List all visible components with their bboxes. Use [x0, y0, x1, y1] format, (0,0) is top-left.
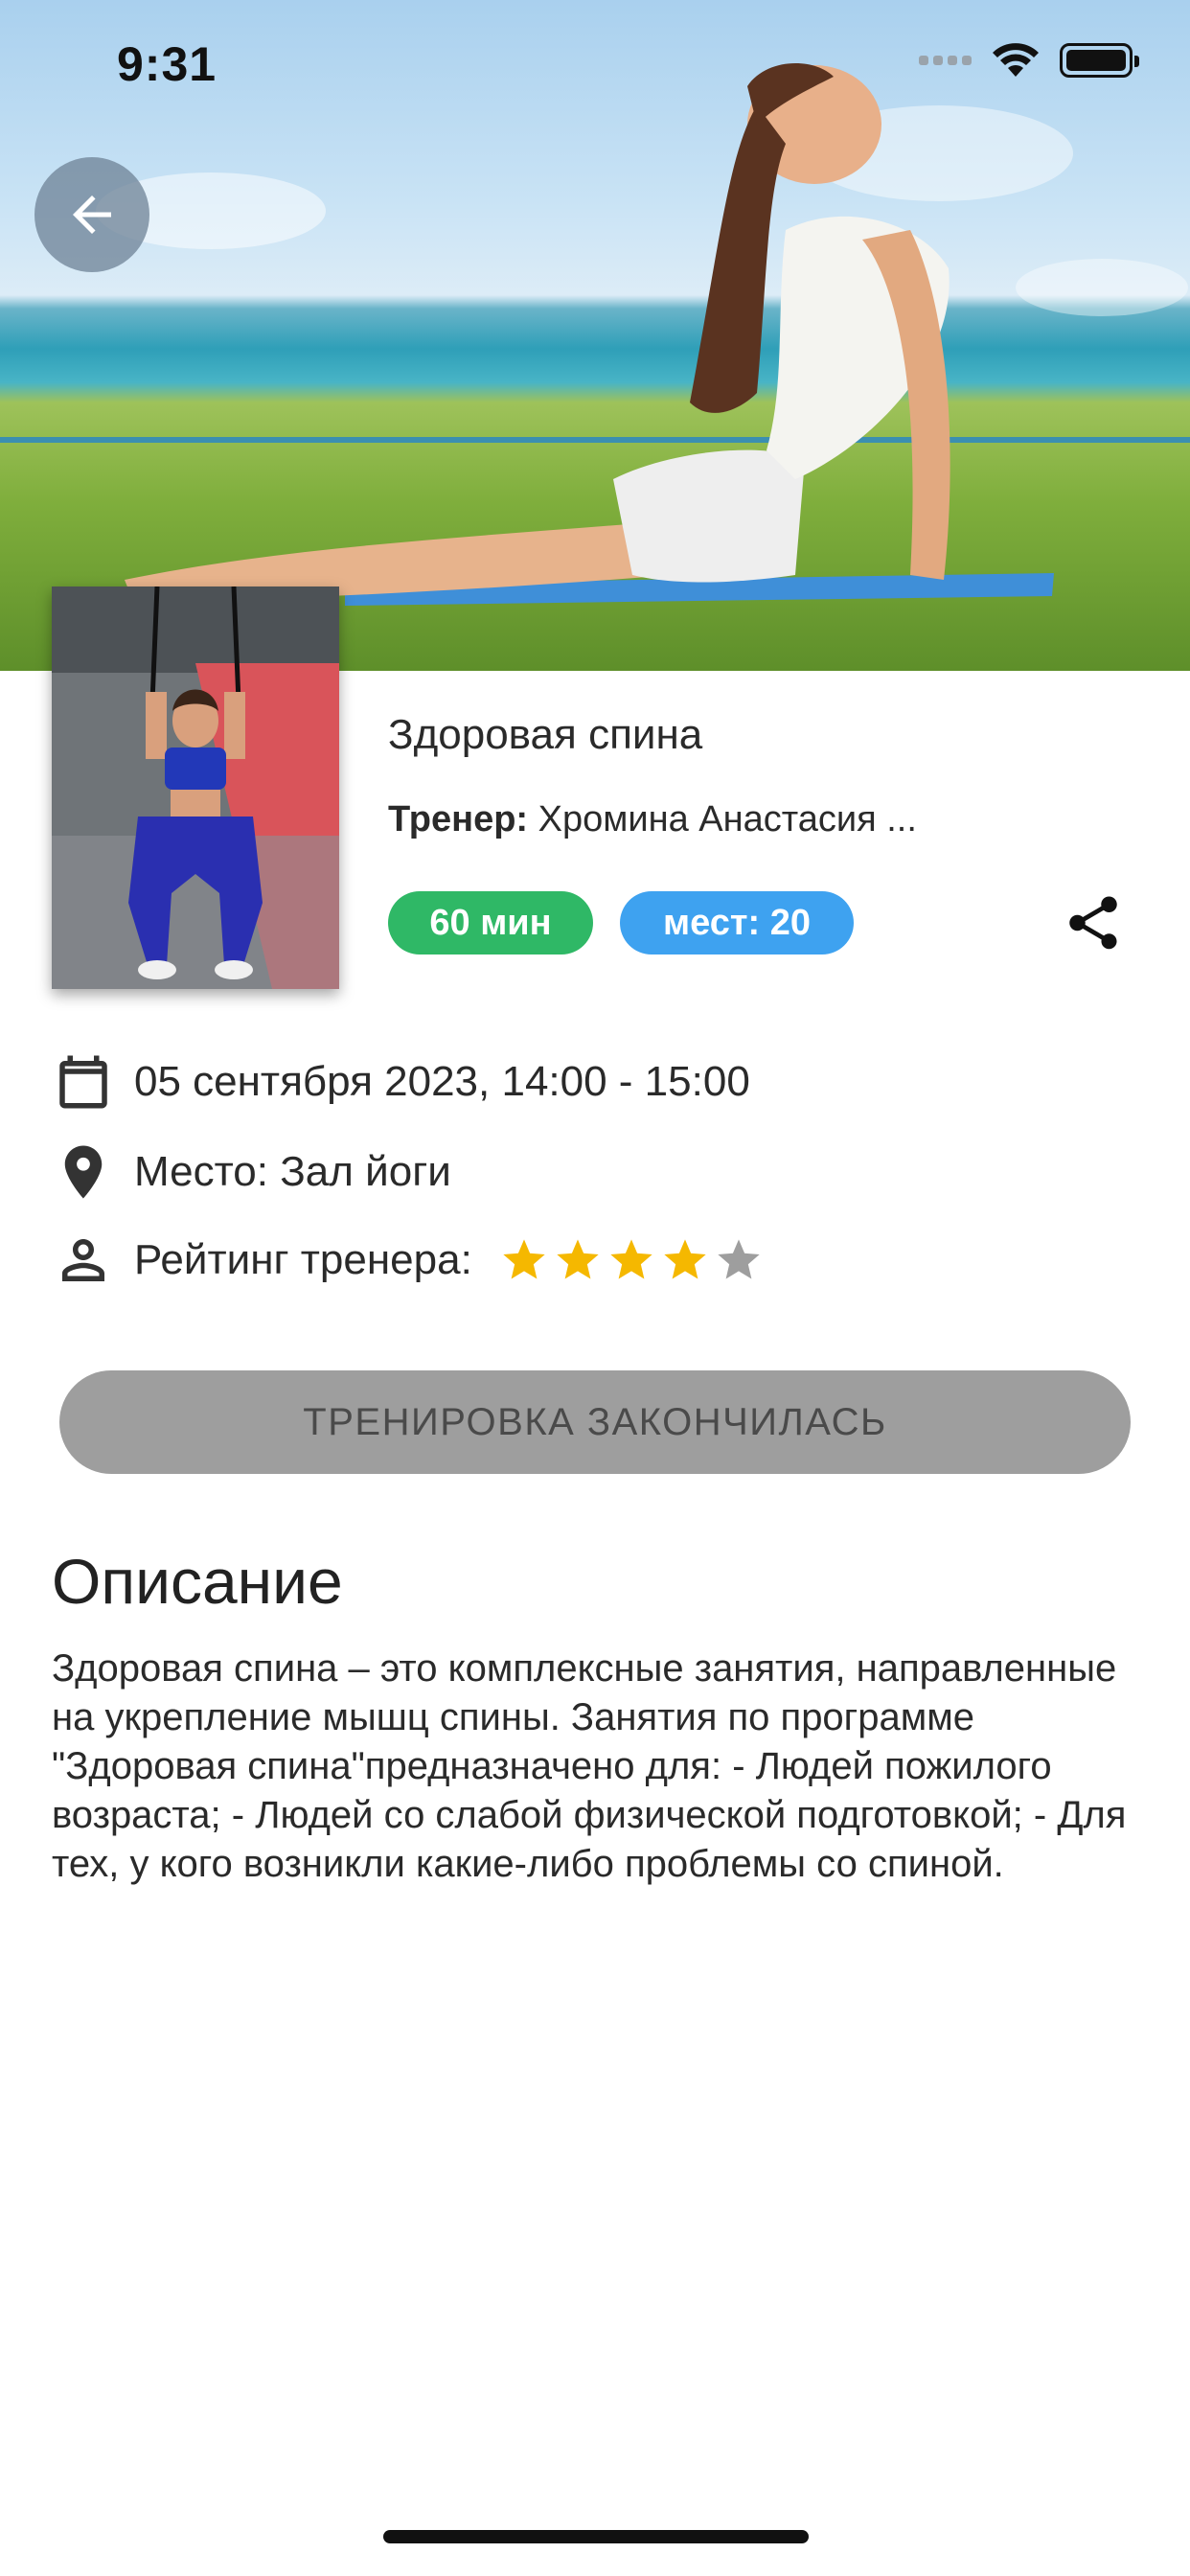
star-icon: [610, 1239, 652, 1279]
trainer-label: Тренер:: [388, 799, 529, 840]
description-heading: Описание: [52, 1546, 343, 1617]
training-ended-button[interactable]: ТРЕНИРОВКА ЗАКОНЧИЛАСЬ: [59, 1370, 1131, 1474]
date-text: 05 сентября 2023, 14:00 - 15:00: [134, 1058, 750, 1105]
hero-image: [0, 0, 1190, 671]
share-icon: [1069, 896, 1117, 950]
trainer-name: Хромина Анастасия ...: [538, 799, 917, 840]
seats-badge: мест: 20: [620, 891, 854, 954]
home-indicator: [383, 2530, 809, 2543]
star-icon: [718, 1239, 760, 1279]
star-icon: [557, 1239, 599, 1279]
share-button[interactable]: [1062, 891, 1125, 954]
rating-stars: [499, 1235, 764, 1285]
location-pin-icon: [52, 1140, 115, 1204]
place-text: Место: Зал йоги: [134, 1148, 451, 1195]
description-text: Здоровая спина – это комплексные занятия…: [52, 1647, 1127, 1885]
duration-badge: 60 мин: [388, 891, 593, 954]
calendar-icon: [52, 1050, 115, 1114]
date-row: 05 сентября 2023, 14:00 - 15:00: [52, 1050, 750, 1114]
place-row: Место: Зал йоги: [52, 1140, 451, 1204]
trainer-line: Тренер: Хромина Анастасия ...: [388, 799, 917, 840]
trainer-photo-illustration: [52, 586, 339, 989]
star-icon: [664, 1239, 706, 1279]
trainer-photo: [52, 586, 339, 989]
battery-icon: [1060, 43, 1139, 78]
signal-icon: [919, 56, 972, 65]
person-icon: [52, 1229, 115, 1292]
wifi-icon: [993, 43, 1039, 77]
rating-label: Рейтинг тренера:: [134, 1236, 472, 1283]
class-title: Здоровая спина: [388, 711, 703, 758]
hero-photo-illustration: [0, 63, 1190, 606]
star-icon: [503, 1239, 545, 1279]
status-bar-icons: [919, 42, 1139, 79]
rating-row: Рейтинг тренера:: [52, 1229, 764, 1292]
arrow-left-icon: [73, 196, 111, 234]
status-bar-time: 9:31: [117, 37, 217, 91]
back-button[interactable]: [34, 157, 149, 272]
